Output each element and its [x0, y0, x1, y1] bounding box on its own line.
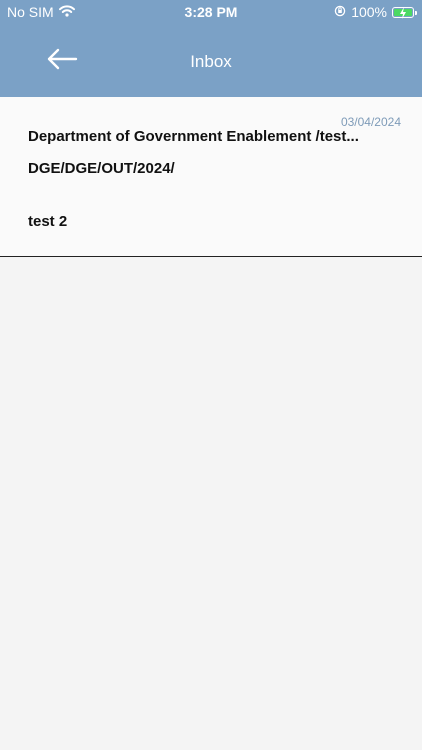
item-subject: test 2	[28, 213, 68, 230]
inbox-list-item[interactable]: 03/04/2024 Department of Government Enab…	[0, 97, 422, 257]
orientation-lock-icon	[334, 4, 346, 20]
page-title: Inbox	[190, 52, 232, 71]
item-date: 03/04/2024	[340, 115, 401, 129]
battery-percent: 100%	[351, 4, 387, 20]
status-right: 100%	[334, 4, 417, 20]
item-reference: DGE/DGE/OUT/2024/	[28, 160, 175, 177]
item-title: Department of Government Enablement /tes…	[28, 128, 359, 145]
navigation-bar: Inbox	[0, 24, 422, 97]
status-bar: No SIM 3:28 PM 100%	[0, 0, 422, 24]
app-header: No SIM 3:28 PM 100% Inbox	[0, 0, 422, 97]
battery-charging-icon	[392, 6, 417, 19]
